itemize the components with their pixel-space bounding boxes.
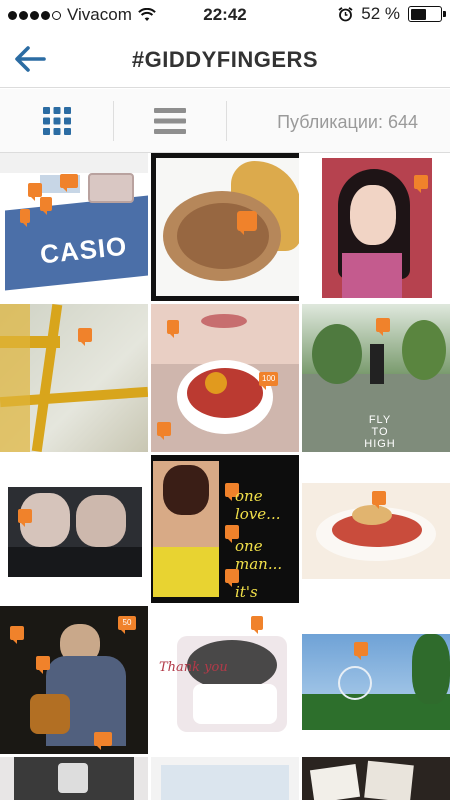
list-view-icon [153, 108, 186, 134]
post-legs[interactable] [0, 455, 148, 603]
arrow-left-icon [15, 46, 46, 72]
post-dessert[interactable] [302, 455, 450, 603]
battery-icon [408, 6, 446, 22]
status-right: 52 % [338, 4, 446, 24]
battery-percent: 52 % [361, 4, 400, 23]
grid-view-icon [42, 107, 71, 135]
post-cards[interactable] [302, 757, 450, 800]
view-toolbar: Публикации: 644 [0, 89, 450, 153]
battery-level [410, 8, 426, 20]
post-thank-you-cake[interactable]: Thank you [151, 606, 299, 754]
post-one-love[interactable]: one love... one man... it's better... [151, 455, 299, 603]
list-view-button[interactable] [113, 89, 226, 153]
post-ferris-wheel[interactable] [302, 606, 450, 754]
post-bar-man[interactable]: 50 [0, 606, 148, 754]
overlay-caption-line: it's better... [235, 583, 294, 603]
page-title: #GIDDYFINGERS [131, 47, 319, 72]
post-casio-watch[interactable]: CASIO [0, 153, 148, 301]
post-yellow-window[interactable] [0, 304, 148, 452]
overlay-caption-line: one man... [235, 537, 283, 573]
signal-strength-icon [8, 10, 61, 20]
posts-count: Публикации: 644 [277, 112, 418, 132]
post-girl-portrait[interactable] [302, 153, 450, 301]
grid-view-button[interactable] [0, 89, 113, 153]
status-bar: Vivacom 22:42 52 % [0, 0, 450, 30]
post-partial-2[interactable] [151, 757, 299, 800]
overlay-caption: FLY TO HIGH [364, 414, 396, 450]
overlay-caption: Thank you [159, 660, 228, 675]
post-rice-dish[interactable] [151, 153, 299, 301]
nav-bar: #GIDDYFINGERS [0, 30, 450, 88]
post-fruit-bowl[interactable]: 100 [151, 304, 299, 452]
toolbar-divider [226, 101, 227, 141]
carrier-name: Vivacom [67, 5, 132, 24]
alarm-icon [338, 6, 353, 21]
post-fly-to-high[interactable]: FLY TO HIGH [302, 304, 450, 452]
back-button[interactable] [12, 42, 52, 76]
post-tiger-room[interactable] [0, 757, 148, 800]
wifi-icon [138, 8, 156, 21]
likes-badge: 100 [259, 372, 279, 390]
likes-badge: 50 [118, 616, 136, 634]
status-left: Vivacom [8, 5, 156, 25]
overlay-caption-line: one love... [235, 487, 281, 523]
